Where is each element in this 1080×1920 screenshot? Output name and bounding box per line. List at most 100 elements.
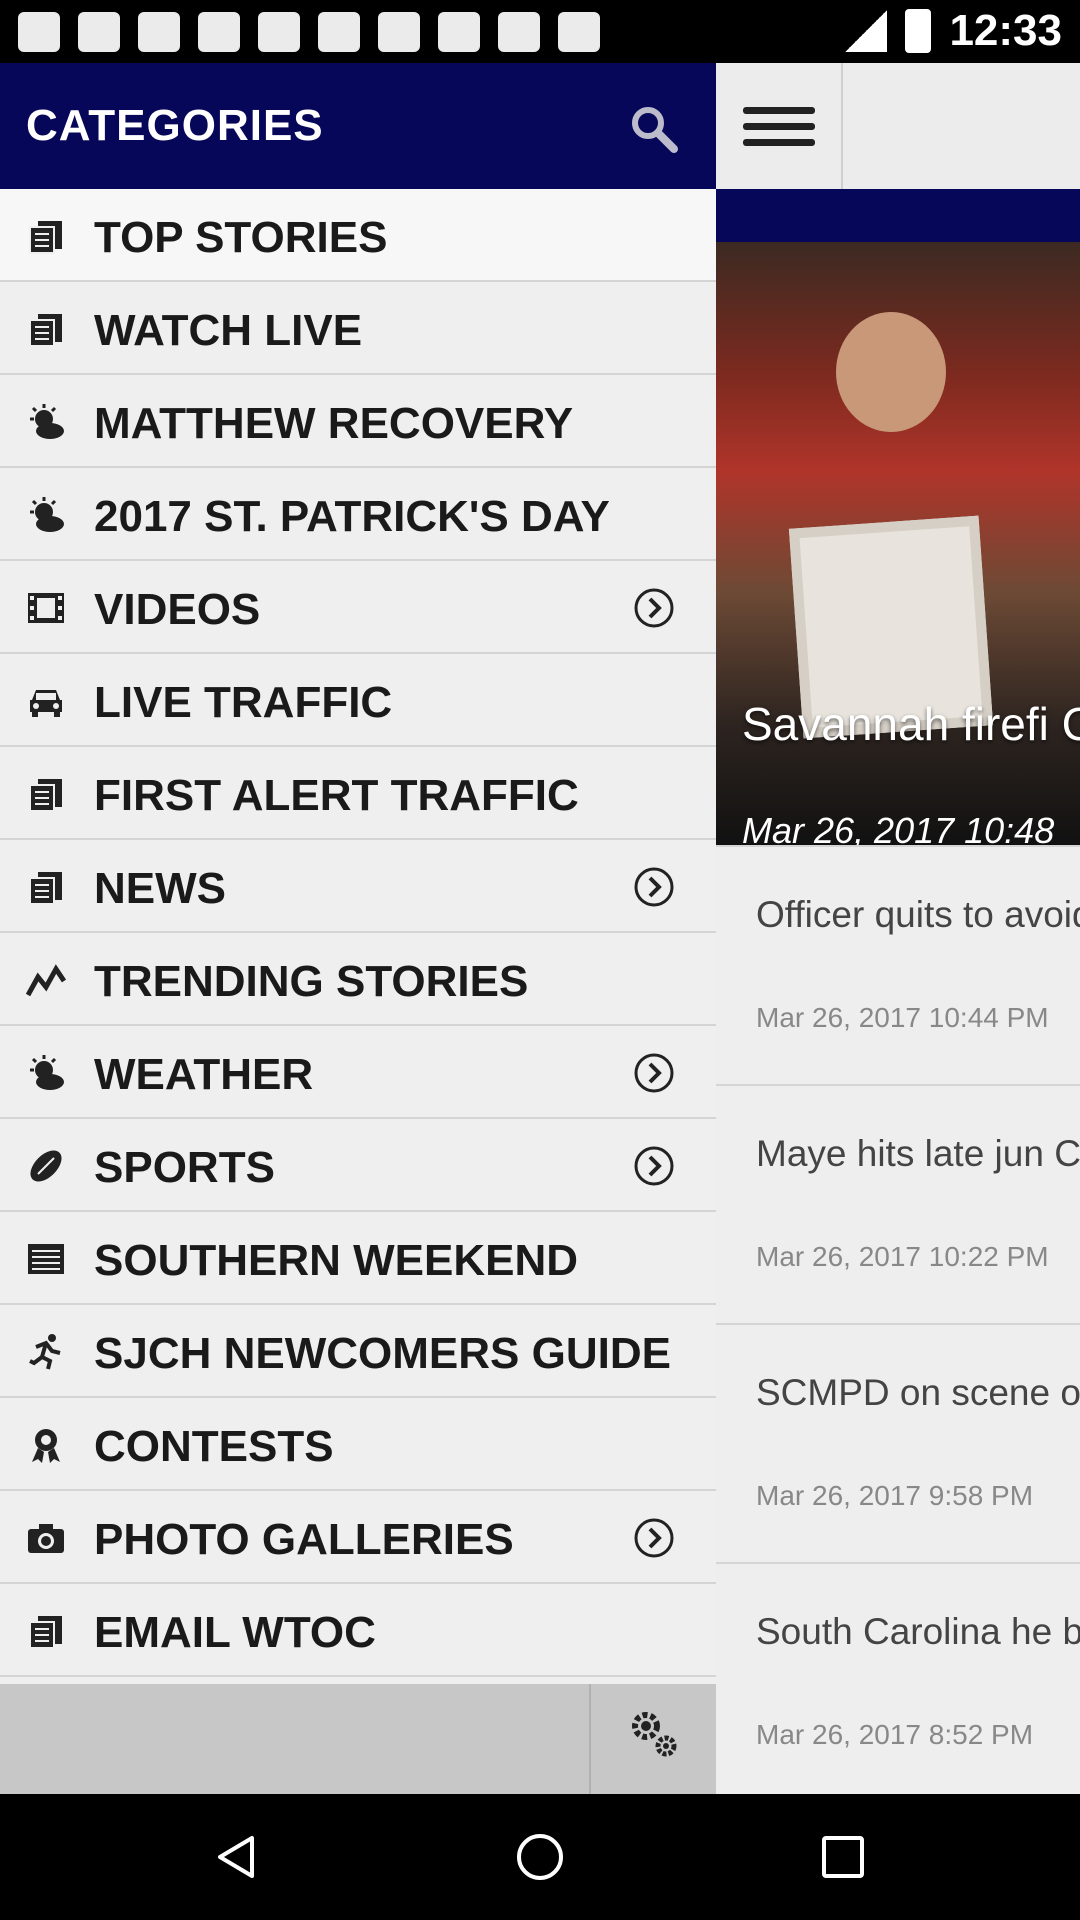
menu-item-label: VIDEOS [94,585,261,634]
drawer-footer [0,1684,716,1794]
menu-item-label: EMAIL WTOC [94,1608,376,1657]
signal-icon [845,10,888,52]
film-icon [28,593,64,623]
football-icon [30,1150,62,1182]
system-nav-bar [0,1794,1080,1920]
chevron-right-icon[interactable] [633,1145,675,1187]
menu-item-label: CONTESTS [94,1422,334,1471]
menu-item-top-stories[interactable]: TOP STORIES [0,189,716,282]
facebook-icon [78,12,120,52]
news-icon [438,12,480,52]
notification-icons [18,12,600,52]
menu-item-email-wtoc[interactable]: EMAIL WTOC [0,1584,716,1677]
status-bar: 12:33 [0,0,1080,63]
menu-item-label: SJCH NEWCOMERS GUIDE [94,1329,671,1378]
notification-icon [318,12,360,52]
battery-icon [905,9,932,53]
weather-icon [30,404,64,439]
microscope-icon [138,12,180,52]
menu-icon[interactable] [716,63,843,189]
document-icon [29,221,62,254]
menu-item-label: LIVE TRAFFIC [94,678,393,727]
menu-item-2017-st-patrick-s-day[interactable]: 2017 ST. PATRICK'S DAY [0,468,716,561]
article-title: Maye hits late jun Carolina to Final F [756,1133,1080,1174]
trending-icon [26,964,66,997]
menu-item-label: SPORTS [94,1143,275,1192]
article-item[interactable]: South Carolina he beats Florida 77-7 Mar… [716,1562,1080,1794]
menu-item-label: NEWS [94,864,226,913]
menu-item-sports[interactable]: SPORTS [0,1119,716,1212]
menu-item-videos[interactable]: VIDEOS [0,561,716,654]
article-item[interactable]: Officer quits to avoid fi shooting of un… [716,845,1080,1084]
newspaper-icon [28,1244,64,1274]
menu-item-watch-live[interactable]: WATCH LIVE [0,282,716,375]
menu-item-label: PHOTO GALLERIES [94,1515,514,1564]
menu-item-matthew-recovery[interactable]: MATTHEW RECOVERY [0,375,716,468]
weather-icon [30,1055,64,1090]
menu-item-photo-galleries[interactable]: PHOTO GALLERIES [0,1491,716,1584]
menu-item-label: 2017 ST. PATRICK'S DAY [94,492,610,541]
news-feed: Savannah firefi Cancer laid to Mar 26, 2… [716,63,1080,1794]
menu-item-live-traffic[interactable]: LIVE TRAFFIC [0,654,716,747]
home-icon[interactable] [515,1832,565,1882]
hero-date: Mar 26, 2017 10:48 [742,810,1055,845]
navigation-drawer: CATEGORIES TOP STORIES WATCH LIVE MATTHEW … [0,63,716,1794]
menu-item-label: FIRST ALERT TRAFFIC [94,771,579,820]
menu-item-label: SOUTHERN WEEKEND [94,1236,579,1285]
article-date: Mar 26, 2017 8:52 PM [756,1719,1034,1750]
settings-gear-icon[interactable] [626,1706,680,1760]
feed-header-bar [716,189,1080,242]
notification-icon [378,12,420,52]
category-list: TOP STORIES WATCH LIVE MATTHEW RECOVERY 201… [0,189,716,1677]
notification-icon [258,12,300,52]
hero-title: Savannah firefi Cancer laid to [742,698,1080,750]
article-item[interactable]: SCMPD on scene of sh Franklin Apartmen M… [716,1323,1080,1562]
footer-divider [589,1684,591,1794]
recents-icon[interactable] [818,1832,868,1882]
notification-icon [558,12,600,52]
article-item[interactable]: Maye hits late jun Carolina to Final F M… [716,1084,1080,1323]
menu-item-label: TRENDING STORIES [94,957,529,1006]
car-icon [30,690,62,717]
document-icon [29,779,62,812]
feed-toolbar [716,63,1080,189]
chevron-right-icon[interactable] [633,866,675,908]
article-title: South Carolina he beats Florida 77-7 [756,1611,1080,1652]
chevron-right-icon[interactable] [633,1052,675,1094]
menu-item-label: MATTHEW RECOVERY [94,399,574,448]
article-date: Mar 26, 2017 10:44 PM [756,1002,1049,1033]
notification-icon [498,12,540,52]
article-date: Mar 26, 2017 9:58 PM [756,1480,1034,1511]
menu-item-southern-weekend[interactable]: SOUTHERN WEEKEND [0,1212,716,1305]
menu-item-news[interactable]: NEWS [0,840,716,933]
article-title: SCMPD on scene of sh Franklin Apartmen [756,1372,1080,1413]
hero-photo-face [836,312,946,432]
chevron-right-icon[interactable] [633,587,675,629]
drawer-title: CATEGORIES [26,101,324,150]
clock: 12:33 [949,6,1062,55]
menu-item-weather[interactable]: WEATHER [0,1026,716,1119]
chevron-right-icon[interactable] [633,1517,675,1559]
article-title: Officer quits to avoid fi shooting of un… [756,894,1080,935]
menu-item-first-alert-traffic[interactable]: FIRST ALERT TRAFFIC [0,747,716,840]
hero-story[interactable]: Savannah firefi Cancer laid to Mar 26, 2… [716,242,1080,845]
document-icon [29,1616,62,1649]
runner-icon [29,1334,61,1370]
search-icon[interactable] [628,103,678,153]
drawer-header: CATEGORIES [0,63,716,189]
chat-icon [18,12,60,52]
camera-icon [28,1524,64,1553]
menu-item-label: WEATHER [94,1050,314,1099]
document-icon [29,314,62,347]
menu-item-sjch-newcomers-guide[interactable]: SJCH NEWCOMERS GUIDE [0,1305,716,1398]
back-icon[interactable] [212,1832,262,1882]
award-icon [32,1429,60,1463]
notification-icon [198,12,240,52]
menu-item-trending-stories[interactable]: TRENDING STORIES [0,933,716,1026]
menu-item-label: WATCH LIVE [94,306,363,355]
document-icon [29,872,62,905]
article-date: Mar 26, 2017 10:22 PM [756,1241,1049,1272]
menu-item-label: TOP STORIES [94,213,388,262]
weather-icon [30,497,64,532]
menu-item-contests[interactable]: CONTESTS [0,1398,716,1491]
